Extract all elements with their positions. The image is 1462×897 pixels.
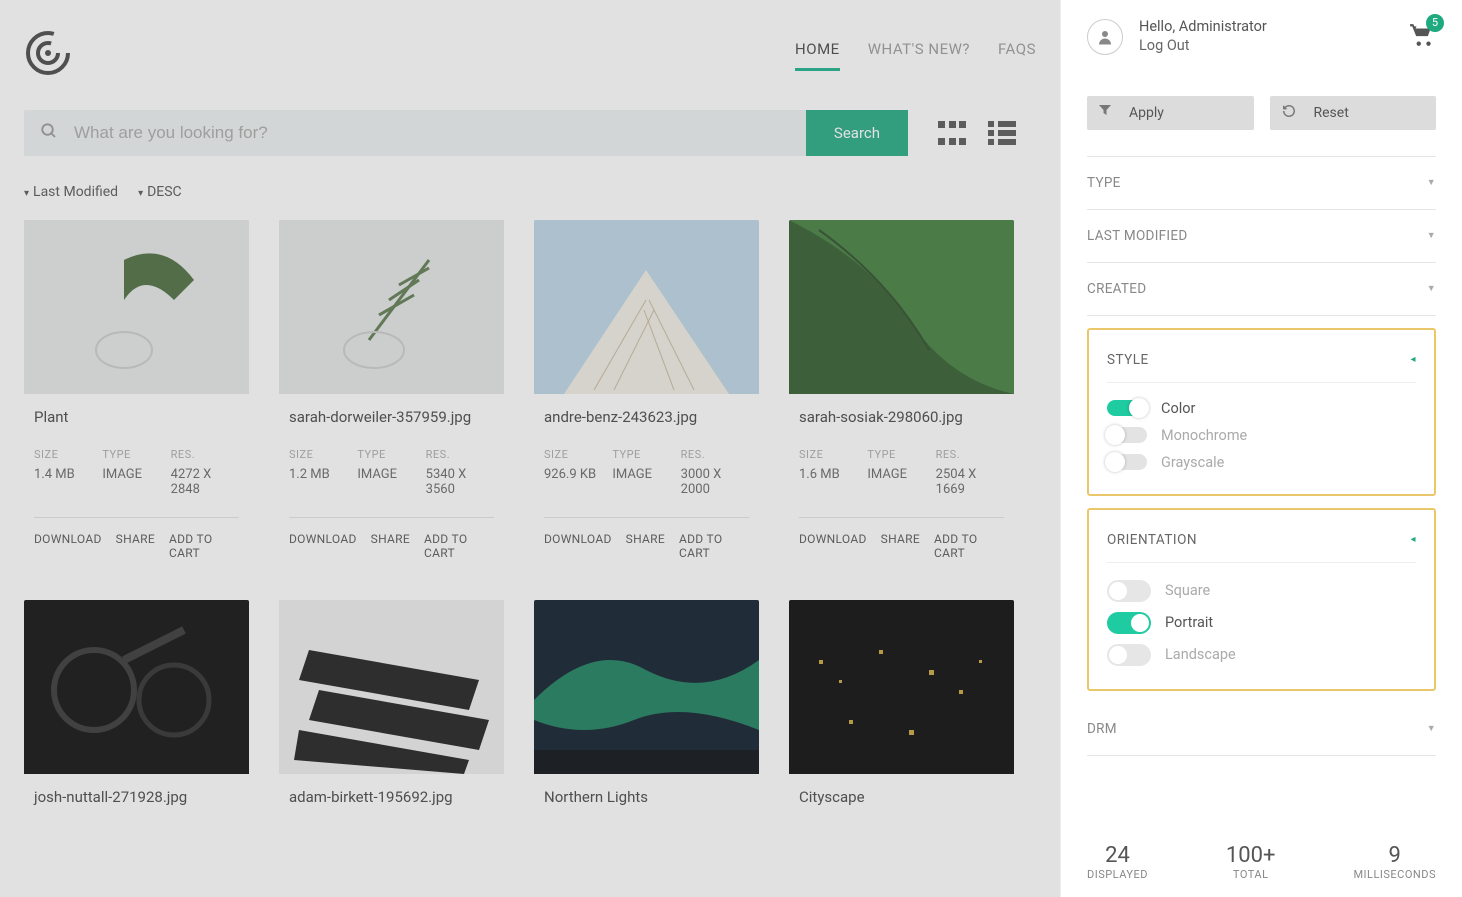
style-color-toggle[interactable] [1107,400,1147,416]
filter-last-modified[interactable]: LAST MODIFIED▼ [1087,210,1436,263]
stat-displayed: 24DISPLAYED [1087,843,1148,881]
nav-faqs[interactable]: FAQS [998,40,1036,71]
filter-style-panel: STYLE ◂ Color Monochrome Grayscale [1087,328,1436,496]
add-to-cart-button[interactable]: ADD TO CART [169,532,239,560]
thumbnail[interactable] [279,220,504,394]
sort-field-dropdown[interactable]: Last Modified [24,184,118,200]
thumbnail[interactable] [789,220,1014,394]
search-button[interactable]: Search [806,110,908,156]
download-button[interactable]: DOWNLOAD [289,532,357,560]
collapse-icon[interactable]: ◂ [1410,534,1416,545]
share-button[interactable]: SHARE [116,532,155,560]
asset-title: Cityscape [799,788,1004,806]
asset-card[interactable]: adam-birkett-195692.jpg [279,600,504,816]
style-title: STYLE [1107,352,1149,368]
asset-card[interactable]: Northern Lights [534,600,759,816]
search-input[interactable] [74,123,806,143]
thumbnail[interactable] [279,600,504,774]
asset-card[interactable]: Plant SIZE1.4 MB TYPEIMAGE RES.4272 X 28… [24,220,249,570]
share-button[interactable]: SHARE [881,532,920,560]
filter-created[interactable]: CREATED▼ [1087,263,1436,316]
chevron-down-icon: ▼ [1427,283,1436,294]
search-icon [24,122,74,144]
add-to-cart-button[interactable]: ADD TO CART [424,532,494,560]
thumbnail[interactable] [24,220,249,394]
asset-card[interactable]: Cityscape [789,600,1014,816]
reset-button[interactable]: Reset [1270,96,1437,130]
thumbnail[interactable] [789,600,1014,774]
asset-card[interactable]: andre-benz-243623.jpg SIZE926.9 KB TYPEI… [534,220,759,570]
share-button[interactable]: SHARE [626,532,665,560]
thumbnail[interactable] [534,220,759,394]
apply-button[interactable]: Apply [1087,96,1254,130]
sort-direction-dropdown[interactable]: DESC [138,184,182,200]
download-button[interactable]: DOWNLOAD [544,532,612,560]
asset-title: sarah-sosiak-298060.jpg [799,408,1004,426]
download-button[interactable]: DOWNLOAD [799,532,867,560]
add-to-cart-button[interactable]: ADD TO CART [679,532,749,560]
thumbnail[interactable] [24,600,249,774]
orientation-portrait-toggle[interactable] [1107,612,1151,634]
style-grayscale-toggle[interactable] [1107,454,1147,470]
asset-title: Plant [34,408,239,426]
list-view-button[interactable] [988,121,1016,145]
search-box[interactable]: Search [24,110,908,156]
logout-link[interactable]: Log Out [1139,37,1267,56]
asset-card[interactable]: sarah-dorweiler-357959.jpg SIZE1.2 MB TY… [279,220,504,570]
greeting-text: Hello, Administrator [1139,18,1267,37]
asset-title: andre-benz-243623.jpg [544,408,749,426]
reset-icon [1282,104,1296,122]
asset-card[interactable]: sarah-sosiak-298060.jpg SIZE1.6 MB TYPEI… [789,220,1014,570]
cart-badge: 5 [1426,14,1444,32]
add-to-cart-button[interactable]: ADD TO CART [934,532,1004,560]
filter-type[interactable]: TYPE▼ [1087,156,1436,210]
download-button[interactable]: DOWNLOAD [34,532,102,560]
orientation-title: ORIENTATION [1107,532,1197,548]
cart-button[interactable]: 5 [1408,22,1436,52]
avatar[interactable] [1087,19,1123,55]
logo[interactable] [24,29,72,81]
stat-milliseconds: 9MILLISECONDS [1353,843,1436,881]
nav-home[interactable]: HOME [795,40,840,71]
stat-total: 100+TOTAL [1226,843,1276,881]
filter-drm[interactable]: DRM▼ [1087,703,1436,756]
orientation-square-toggle[interactable] [1107,580,1151,602]
asset-card[interactable]: josh-nuttall-271928.jpg [24,600,249,816]
grid-view-button[interactable] [938,121,966,145]
asset-title: adam-birkett-195692.jpg [289,788,494,806]
chevron-down-icon: ▼ [1427,723,1436,734]
thumbnail[interactable] [534,600,759,774]
nav-whats-new[interactable]: WHAT'S NEW? [868,40,970,71]
share-button[interactable]: SHARE [371,532,410,560]
style-monochrome-toggle[interactable] [1107,427,1147,443]
filter-icon [1099,105,1111,121]
chevron-down-icon: ▼ [1427,230,1436,241]
asset-title: sarah-dorweiler-357959.jpg [289,408,494,426]
asset-title: josh-nuttall-271928.jpg [34,788,239,806]
chevron-down-icon: ▼ [1427,177,1436,188]
asset-title: Northern Lights [544,788,749,806]
filter-orientation-panel: ORIENTATION ◂ Square Portrait Landscape [1087,508,1436,691]
orientation-landscape-toggle[interactable] [1107,644,1151,666]
collapse-icon[interactable]: ◂ [1410,354,1416,365]
